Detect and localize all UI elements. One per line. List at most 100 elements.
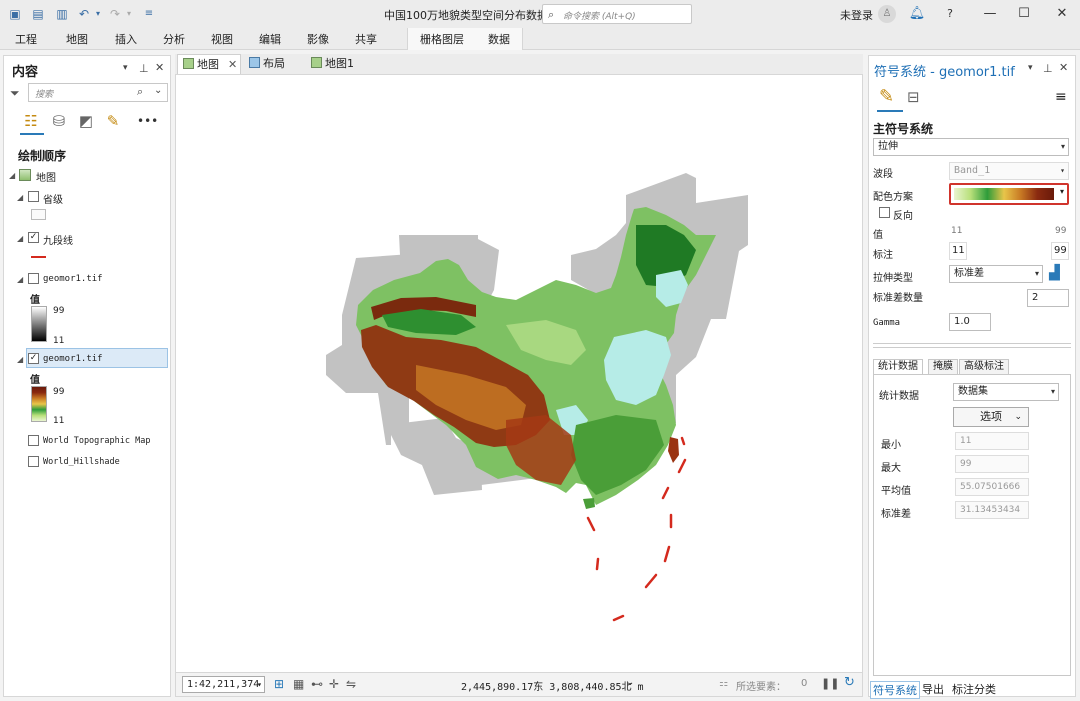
redo-dropdown-icon[interactable]: ▾ [122, 7, 136, 21]
collapse-icon[interactable]: ◢ [17, 234, 23, 243]
menu-icon[interactable]: ≡ [1055, 89, 1067, 105]
filter-icon[interactable]: ⏷ [10, 86, 20, 101]
navigator-icon[interactable]: ⇋ [346, 677, 356, 691]
map-node-label[interactable]: 地图 [36, 169, 56, 184]
layer-label-geomor-a[interactable]: geomor1.tif [43, 274, 103, 284]
grid-snap-icon[interactable]: ⊞ [274, 677, 284, 691]
collapse-icon[interactable]: ◢ [17, 193, 23, 202]
minimize-icon[interactable]: — [981, 5, 999, 23]
scale-selector[interactable]: 1:42,211,374 ▾ [182, 676, 265, 693]
more-icon[interactable]: ••• [137, 111, 158, 131]
tab-map[interactable]: 地图 [66, 31, 88, 47]
undo-dropdown-icon[interactable]: ▾ [91, 7, 105, 21]
options-button[interactable]: 选项 ⌄ [953, 407, 1029, 427]
tab-edit[interactable]: 编辑 [259, 31, 281, 47]
layer-label-nine-dash[interactable]: 九段线 [43, 232, 73, 247]
crosshair-icon[interactable]: ✛ [329, 677, 339, 691]
tab-mask[interactable]: 掩膜 [928, 359, 958, 375]
layer-checkbox-world-topo[interactable] [28, 435, 39, 446]
tab-project[interactable]: 工程 [15, 31, 37, 47]
layer-checkbox-provinces[interactable] [28, 191, 39, 202]
list-by-editing-icon[interactable]: ✎ [103, 111, 123, 131]
map-render[interactable] [176, 75, 864, 674]
collapse-icon[interactable]: ◢ [9, 171, 15, 180]
layer-label-world-hillshade[interactable]: World_Hillshade [43, 457, 120, 467]
pane-options-icon[interactable]: ▾ [123, 63, 128, 73]
pane-splitter[interactable] [873, 343, 1071, 348]
list-by-selection-icon[interactable]: ◩ [76, 111, 96, 131]
tab-map-view[interactable]: 地图 ✕ [177, 54, 241, 74]
layer-checkbox-geomor-b[interactable]: ✓ [28, 353, 39, 364]
histogram-icon[interactable]: ▟ [1049, 265, 1060, 281]
tab-label-classes[interactable]: 标注分类 [952, 681, 996, 697]
tab-symbology[interactable]: 符号系统 [870, 681, 920, 699]
tab-share[interactable]: 共享 [355, 31, 377, 47]
layer-checkbox-nine-dash[interactable]: ✓ [28, 232, 39, 243]
map-canvas[interactable] [175, 74, 863, 673]
layer-checkbox-world-hillshade[interactable] [28, 456, 39, 467]
primary-symbology-icon[interactable]: ✎ [879, 86, 894, 107]
pane-options-icon[interactable]: ▾ [1028, 63, 1033, 73]
close-icon[interactable]: ✕ [1053, 5, 1071, 23]
tab-statistics[interactable]: 统计数据 [873, 359, 923, 375]
band-dropdown[interactable]: Band_1 ▾ [949, 162, 1069, 180]
coordinate-units-dropdown[interactable]: ⌄ [626, 677, 634, 688]
label-min-input[interactable]: 11 [949, 242, 967, 260]
color-legend-ramp[interactable] [31, 386, 47, 422]
stretch-type-dropdown[interactable]: 标准差 ▾ [949, 265, 1043, 283]
help-icon[interactable]: ? [941, 5, 959, 23]
stddev-count-input[interactable]: 2 [1027, 289, 1069, 307]
collapse-icon[interactable]: ◢ [17, 355, 23, 364]
color-scheme-dropdown[interactable]: ▾ [949, 183, 1069, 205]
symbol-layers-icon[interactable]: ⊟ [907, 88, 920, 106]
redo-icon[interactable]: ↷ [108, 7, 122, 21]
list-by-drawing-order-icon[interactable]: ☷ [21, 111, 41, 131]
contents-search-input[interactable]: 搜索 ⌕ ⌄ [28, 83, 168, 102]
layer-checkbox-geomor-a[interactable] [28, 273, 39, 284]
grayscale-legend-ramp[interactable] [31, 306, 47, 342]
collapse-icon[interactable]: ◢ [17, 275, 23, 284]
tab-analysis[interactable]: 分析 [163, 31, 185, 47]
line-symbol-swatch[interactable] [31, 256, 46, 258]
tab-export[interactable]: 导出 [922, 681, 944, 697]
pin-icon[interactable]: ⊥ [139, 62, 149, 75]
customize-toolbar-icon[interactable]: ≡ [142, 7, 156, 21]
tab-imagery[interactable]: 影像 [307, 31, 329, 47]
chevron-down-icon[interactable]: ⌄ [154, 85, 162, 96]
layer-label-world-topo[interactable]: World Topographic Map [43, 436, 150, 446]
renderer-dropdown[interactable]: 拉伸 ▾ [873, 138, 1069, 156]
tab-data[interactable]: 数据 [488, 31, 510, 47]
layer-label-geomor-b[interactable]: geomor1.tif [43, 354, 103, 364]
value-min[interactable]: 11 [951, 226, 962, 236]
tab-layout-view[interactable]: 布局 [247, 54, 285, 74]
close-pane-icon[interactable]: ✕ [1059, 61, 1068, 74]
invert-checkbox[interactable] [879, 207, 890, 218]
statistics-source-dropdown[interactable]: 数据集 ▾ [953, 383, 1059, 401]
tab-advanced-labeling[interactable]: 高级标注 [959, 359, 1009, 375]
label-max-input[interactable]: 99 [1051, 242, 1069, 260]
scale-bar-icon[interactable]: ⊷ [311, 677, 323, 691]
value-max[interactable]: 99 [1055, 226, 1066, 236]
undo-icon[interactable]: ↶ [77, 7, 91, 21]
list-by-data-source-icon[interactable]: ⛁ [49, 111, 69, 131]
pause-drawing-icon[interactable]: ❚❚ [821, 677, 839, 690]
tab-view[interactable]: 视图 [211, 31, 233, 47]
chevron-down-icon[interactable]: ▾ [257, 677, 262, 692]
gamma-input[interactable]: 1.0 [949, 313, 991, 331]
tab-map1-view[interactable]: 地图1 [309, 54, 354, 74]
command-search-input[interactable]: ⌕ 命令搜索 (Alt+Q) [542, 4, 692, 24]
tab-raster-layer[interactable]: 栅格图层 [420, 31, 464, 47]
save-project-icon[interactable]: ▥ [55, 7, 69, 21]
close-tab-icon[interactable]: ✕ [228, 55, 237, 75]
maximize-icon[interactable]: ☐ [1015, 5, 1033, 23]
refresh-icon[interactable]: ↻ [844, 675, 855, 690]
table-icon[interactable]: ▦ [293, 677, 304, 691]
layer-label-provinces[interactable]: 省级 [43, 191, 63, 206]
open-project-icon[interactable]: ▤ [31, 7, 45, 21]
pin-icon[interactable]: ⊥ [1043, 62, 1053, 75]
sign-in-status[interactable]: 未登录 [840, 7, 873, 23]
new-project-icon[interactable]: ▣ [8, 7, 22, 21]
avatar-icon[interactable]: ♙ [878, 5, 896, 23]
notifications-icon[interactable]: 🔔︎ [908, 5, 926, 23]
close-pane-icon[interactable]: ✕ [155, 61, 164, 74]
